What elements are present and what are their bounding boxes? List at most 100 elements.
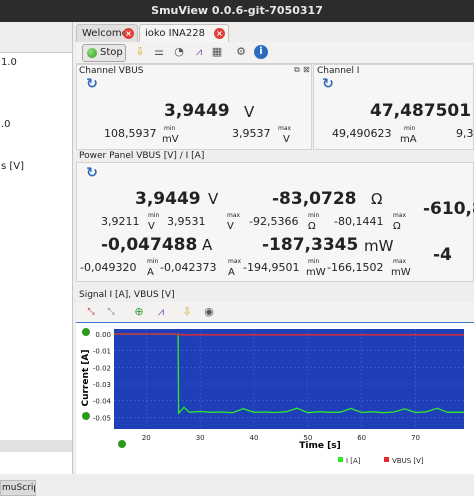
power-voltage-min-unit: V <box>148 221 155 232</box>
x-axis-label: Time [s] <box>299 441 340 451</box>
settings-icon[interactable]: ⚌ <box>152 45 166 59</box>
power-voltage-unit: V <box>208 190 219 208</box>
vbus-max-value: 3,9537 <box>232 127 271 140</box>
vbus-value: 3,9449 <box>164 101 230 121</box>
max-label: max <box>393 212 407 219</box>
x-tick-label: 50 <box>303 434 312 442</box>
x-tick-label: 40 <box>250 434 259 442</box>
refresh-icon[interactable]: ↻ <box>84 165 100 181</box>
power-current-max-unit: A <box>228 267 235 278</box>
x-tick-label: 30 <box>196 434 205 442</box>
horizontal-scrollbar[interactable] <box>0 440 72 452</box>
y-tick-label: -0.01 <box>93 348 111 356</box>
chart-config-icon[interactable]: ⩘ <box>154 305 168 319</box>
power-current-max: -0,042373 <box>160 261 217 274</box>
close-icon[interactable]: ⊠ <box>303 65 310 74</box>
tab-ioko-ina228[interactable]: ioko INA228 × <box>139 24 229 42</box>
min-label: min <box>404 125 416 132</box>
window-title: SmuView 0.0.6-git-7050317 <box>0 0 474 22</box>
left-panel: 1.0 .0 s [V] muScript <box>0 22 73 496</box>
panel-title: Power Panel VBUS [V] / I [A] <box>79 151 205 161</box>
download-icon[interactable]: ⇩ <box>133 45 147 59</box>
resistance-min: -92,5366 <box>249 215 299 228</box>
power-voltage-value: 3,9449 <box>135 189 201 209</box>
info-icon[interactable]: i <box>254 45 268 59</box>
plot-toolbar: ⤡ ⤡ ⊕ ⩘ ⇩ ◉ <box>76 302 474 322</box>
save-icon[interactable]: ⇩ <box>180 305 194 319</box>
power-max-unit: mW <box>391 267 411 278</box>
panel-title: Channel VBUS <box>79 66 144 76</box>
power-max: -166,1502 <box>327 261 384 274</box>
min-label: min <box>147 258 159 265</box>
tab-label: ioko INA228 <box>145 28 205 39</box>
max-label: max <box>228 258 242 265</box>
panel-title: Channel I <box>317 66 360 76</box>
tree-item[interactable]: s [V] <box>1 161 24 172</box>
power-current-min: -0,049320 <box>80 261 137 274</box>
power-voltage-max: 3,9531 <box>167 215 206 228</box>
tree-item[interactable]: .0 <box>1 119 11 130</box>
power-current-min-unit: A <box>147 267 154 278</box>
power-value: -187,3345 <box>262 235 359 255</box>
min-label: min <box>308 212 320 219</box>
current-min-unit: mA <box>400 134 417 145</box>
float-icon[interactable]: ⧉ <box>294 65 300 75</box>
tab-smuscript[interactable]: muScript <box>0 480 36 496</box>
y-tick-label: 0.00 <box>95 331 111 339</box>
y-tick-label: -0.02 <box>93 364 111 372</box>
energy-right-value: -4 <box>433 245 452 265</box>
power-unit: mW <box>364 237 394 255</box>
refresh-icon[interactable]: ↻ <box>320 76 336 92</box>
y-tick-label: -0.05 <box>93 414 111 422</box>
power-voltage-max-unit: V <box>227 221 234 232</box>
current-min-value: 49,490623 <box>332 127 392 140</box>
close-icon[interactable]: × <box>214 28 225 39</box>
refresh-icon[interactable]: ↻ <box>84 76 100 92</box>
x-tick-label: 60 <box>357 434 366 442</box>
tree-item[interactable]: 1.0 <box>1 57 17 68</box>
current-max-value: 9,3 <box>456 127 474 140</box>
min-label: min <box>164 125 176 132</box>
legend-label: VBUS [V] <box>392 457 424 465</box>
y-axis-label: Current [A] <box>81 349 91 406</box>
zoom-fit-icon[interactable]: ⊕ <box>132 305 146 319</box>
vbus-max-unit: V <box>283 134 290 145</box>
close-icon[interactable]: × <box>123 28 134 39</box>
signal-plot[interactable]: Current [A] Time [s] 0.00 -0.01 -0.02 -0.03… <box>76 322 474 474</box>
power-right-value: -610,8 <box>423 199 474 219</box>
vbus-min-value: 108,5937 <box>104 127 157 140</box>
tab-label: Welcome <box>82 28 128 39</box>
plot-background <box>114 329 464 429</box>
stop-button[interactable]: Stop <box>82 44 126 62</box>
record-icon[interactable]: ◉ <box>202 305 216 319</box>
max-label: max <box>227 212 241 219</box>
y-axis-lock-icon <box>82 328 90 336</box>
min-label: min <box>308 258 320 265</box>
resistance-max-unit: Ω <box>393 221 401 232</box>
resistance-max: -80,1441 <box>334 215 384 228</box>
y-tick-label: -0.03 <box>93 381 111 389</box>
diff-marker-icon[interactable]: ⤡ <box>104 305 118 319</box>
stop-label: Stop <box>100 47 123 58</box>
legend-swatch <box>338 457 343 462</box>
power-current-unit: A <box>202 236 213 254</box>
current-value: 47,487501 <box>370 101 472 121</box>
chart-icon[interactable]: ⩘ <box>192 45 206 59</box>
gear-icon[interactable]: ⚙ <box>234 45 248 59</box>
max-label: max <box>278 125 292 132</box>
running-indicator-icon <box>87 48 97 58</box>
add-marker-icon[interactable]: ⤡ <box>84 305 98 319</box>
vbus-unit: V <box>244 103 255 121</box>
panel-title: Signal I [A], VBUS [V] <box>79 290 175 300</box>
x-axis-lock-icon <box>118 440 126 448</box>
resistance-value: -83,0728 <box>272 189 357 209</box>
plot-canvas[interactable]: Current [A] Time [s] 0.00 -0.01 -0.02 -0.03… <box>76 323 474 475</box>
x-tick-label: 70 <box>411 434 420 442</box>
max-label: max <box>393 258 407 265</box>
device-tree[interactable]: 1.0 .0 s [V] <box>0 52 72 474</box>
legend-label: I [A] <box>346 457 361 465</box>
table-icon[interactable]: ▦ <box>210 45 224 59</box>
timer-icon[interactable]: ◔ <box>172 45 186 59</box>
vbus-min-unit: mV <box>162 134 179 145</box>
tab-welcome[interactable]: Welcome × <box>76 24 138 42</box>
